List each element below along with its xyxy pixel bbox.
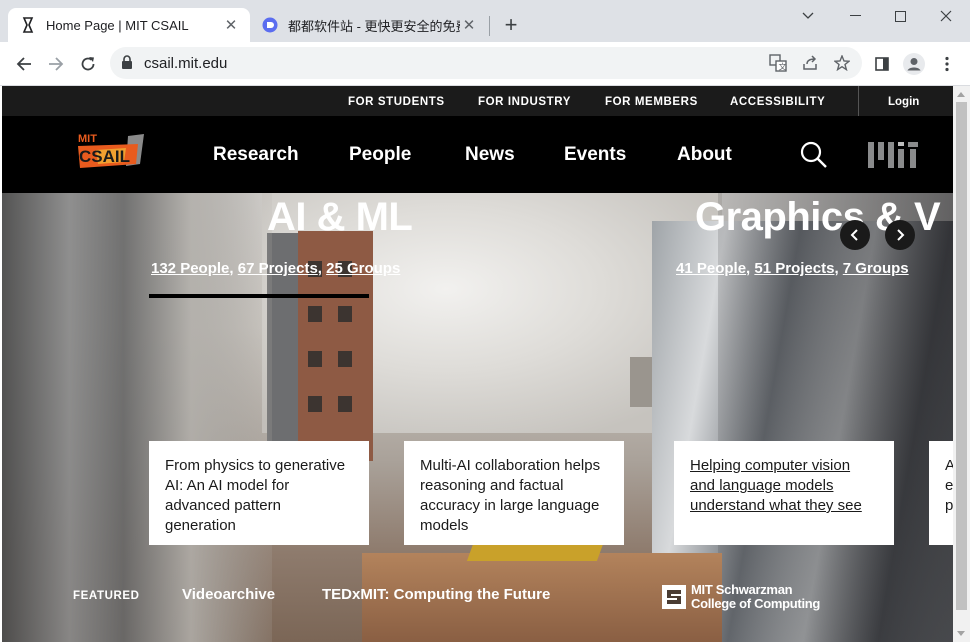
logo-mit-text: MIT <box>78 133 97 145</box>
news-card[interactable]: From physics to generative AI: An AI mod… <box>149 441 369 545</box>
browser-tab-strip: Home Page | MIT CSAIL ✕ 都都软件站 - 更快更安全的免费… <box>0 0 970 42</box>
mit-logo[interactable] <box>868 142 918 168</box>
search-icon[interactable] <box>800 141 828 169</box>
tab-title: Home Page | MIT CSAIL <box>46 17 189 33</box>
news-card[interactable]: Multi-AI collaboration helps reasoning a… <box>404 441 624 545</box>
featured-label: FEATURED <box>73 590 140 602</box>
news-card-text: Multi-AI collaboration helps reasoning a… <box>420 457 601 534</box>
utility-nav: FOR STUDENTS FOR INDUSTRY FOR MEMBERS AC… <box>2 86 953 116</box>
carousel-prev-button[interactable] <box>840 220 870 250</box>
featured-link-tedxmit[interactable]: TEDxMIT: Computing the Future <box>322 586 550 603</box>
scroll-down-arrow-icon[interactable] <box>957 631 965 636</box>
groups-link[interactable]: 25 Groups <box>326 260 400 277</box>
back-icon[interactable] <box>10 50 38 78</box>
utility-link-members[interactable]: FOR MEMBERS <box>605 96 698 108</box>
csail-logo[interactable]: MIT CSAIL <box>76 130 148 172</box>
close-tab-icon[interactable]: ✕ <box>222 16 240 34</box>
reload-icon[interactable] <box>74 50 102 78</box>
side-panel-icon[interactable] <box>868 50 896 78</box>
news-card-text: A e p <box>945 457 953 514</box>
tab-title: 都都软件站 - 更快更安全的免费 <box>288 18 460 34</box>
news-card[interactable]: Helping computer vision and language mod… <box>674 441 894 545</box>
tab-csail[interactable]: Home Page | MIT CSAIL ✕ <box>8 8 250 42</box>
schwarzman-college-logo[interactable]: MIT Schwarzman College of Computing <box>662 583 820 611</box>
news-card[interactable]: A e p <box>929 441 953 545</box>
hero-carousel: AI & ML 132 People, 67 Projects, 25 Grou… <box>2 193 953 642</box>
slide-stats-ai-ml: 132 People, 67 Projects, 25 Groups <box>151 260 401 277</box>
news-card-text: Helping computer vision and language mod… <box>690 457 862 514</box>
utility-link-students[interactable]: FOR STUDENTS <box>348 96 445 108</box>
logo-csail-text: CSAIL <box>79 147 130 166</box>
nav-research[interactable]: Research <box>213 144 299 166</box>
close-tab-icon[interactable]: ✕ <box>460 16 478 34</box>
schwarzman-line2: College of Computing <box>691 596 821 611</box>
blue-circle-icon <box>262 17 278 33</box>
projects-link[interactable]: 51 Projects <box>754 260 834 277</box>
browser-toolbar: csail.mit.edu 文 <box>0 42 970 86</box>
tab-search-icon[interactable] <box>788 4 828 28</box>
svg-text:文: 文 <box>779 62 787 72</box>
tab-separator <box>489 16 490 36</box>
utility-link-industry[interactable]: FOR INDUSTRY <box>478 96 571 108</box>
translate-icon[interactable]: 文 <box>768 53 788 73</box>
profile-avatar-icon[interactable] <box>900 50 928 78</box>
share-icon[interactable] <box>800 53 820 73</box>
utility-link-accessibility[interactable]: ACCESSIBILITY <box>730 96 825 108</box>
chevron-left-icon <box>850 229 858 241</box>
chevron-right-icon <box>897 229 905 241</box>
groups-link[interactable]: 7 Groups <box>843 260 909 277</box>
page-scrollbar[interactable] <box>953 86 970 642</box>
carousel-next-button[interactable] <box>885 220 915 250</box>
schwarzman-line1: MIT Schwarzman <box>691 582 793 597</box>
close-window-icon[interactable] <box>926 4 966 28</box>
nav-news[interactable]: News <box>465 144 515 166</box>
slide-progress-bar <box>149 294 369 298</box>
scroll-up-arrow-icon[interactable] <box>957 92 965 97</box>
tab-software-site[interactable]: 都都软件站 - 更快更安全的免费 ✕ <box>252 8 488 42</box>
forward-icon[interactable] <box>42 50 70 78</box>
main-nav: MIT CSAIL Research People News Events Ab… <box>2 116 953 193</box>
news-card-text: From physics to generative AI: An AI mod… <box>165 457 346 534</box>
url-text: csail.mit.edu <box>144 55 228 72</box>
minimize-icon[interactable] <box>835 4 875 28</box>
projects-link[interactable]: 67 Projects <box>238 260 318 277</box>
people-link[interactable]: 41 People <box>676 260 746 277</box>
bookmark-star-icon[interactable] <box>832 53 852 73</box>
nav-people[interactable]: People <box>349 144 411 166</box>
maximize-icon[interactable] <box>880 4 920 28</box>
nav-events[interactable]: Events <box>564 144 626 166</box>
address-bar[interactable]: csail.mit.edu 文 <box>110 47 862 79</box>
nav-about[interactable]: About <box>677 144 732 166</box>
featured-link-videoarchive[interactable]: Videoarchive <box>182 586 275 603</box>
people-link[interactable]: 132 People <box>151 260 229 277</box>
slide-title-ai-ml[interactable]: AI & ML <box>267 195 413 240</box>
lock-icon <box>121 55 133 75</box>
menu-kebab-icon[interactable] <box>933 50 961 78</box>
webpage-viewport: FOR STUDENTS FOR INDUSTRY FOR MEMBERS AC… <box>2 86 953 642</box>
csail-pen-icon <box>20 17 36 33</box>
scrollbar-thumb[interactable] <box>956 102 967 610</box>
utility-divider <box>858 86 859 116</box>
slide-stats-graphics: 41 People, 51 Projects, 7 Groups <box>676 260 909 277</box>
new-tab-button[interactable]: + <box>500 14 522 36</box>
schwarzman-logo-icon <box>662 585 686 609</box>
login-link[interactable]: Login <box>888 96 919 108</box>
